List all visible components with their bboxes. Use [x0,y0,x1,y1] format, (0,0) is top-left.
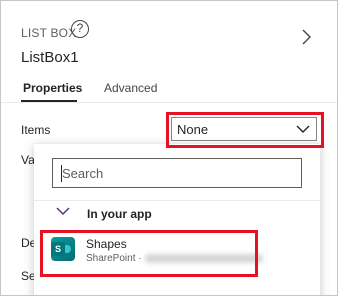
items-property-label: Items [21,123,51,137]
flyout-divider [34,200,320,201]
tab-properties[interactable]: Properties [23,81,82,95]
tab-advanced[interactable]: Advanced [104,81,157,95]
search-box[interactable] [52,158,302,188]
search-input[interactable] [59,163,295,183]
chevron-right-icon[interactable] [299,28,313,46]
properties-panel: LIST BOX ? ListBox1 Properties Advanced … [0,0,338,296]
highlight-items-dropdown [166,112,324,148]
tab-divider [1,102,337,103]
highlight-shapes-item [40,230,258,277]
value-property-label: Va [21,153,35,167]
help-icon[interactable]: ? [71,20,89,38]
chevron-down-icon[interactable] [55,206,71,216]
control-name[interactable]: ListBox1 [21,49,79,66]
section-in-your-app[interactable]: In your app [87,207,152,221]
control-type-label: LIST BOX [21,26,77,40]
